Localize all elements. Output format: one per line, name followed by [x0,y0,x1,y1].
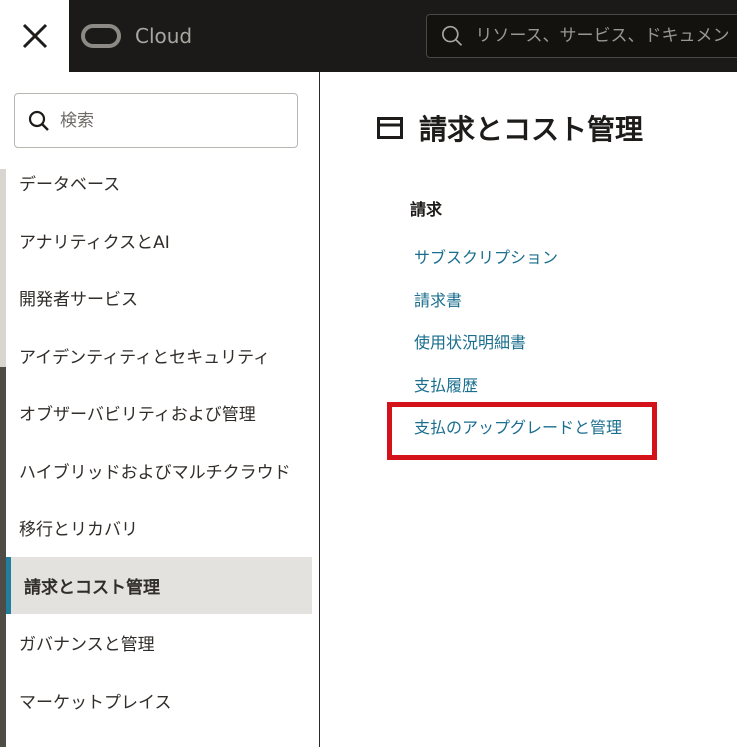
sidebar-item-identity-security[interactable]: アイデンティティとセキュリティ [6,327,312,385]
main-content: 請求とコスト管理 請求 サブスクリプション 請求書 使用状況明細書 支払履歴 支… [321,72,737,747]
page-title: 請求とコスト管理 [419,113,644,146]
oracle-logo-icon [81,24,121,48]
link-usage-statements[interactable]: 使用状況明細書 [414,322,622,365]
sidebar-search-input[interactable] [60,110,280,131]
page-header: 請求とコスト管理 [377,108,643,148]
sidebar-item-developer-services[interactable]: 開発者サービス [6,269,312,327]
sidebar-item-hybrid-multicloud[interactable]: ハイブリッドおよびマルチクラウド [6,442,312,500]
sidebar-nav: データベース アナリティクスとAI 開発者サービス アイデンティティとセキュリテ… [6,154,312,729]
sidebar-item-database[interactable]: データベース [6,154,312,212]
top-bar: Cloud [0,0,737,72]
link-subscriptions[interactable]: サブスクリプション [414,237,622,280]
sidebar-item-billing-cost[interactable]: 請求とコスト管理 [6,556,312,614]
global-search-input[interactable] [475,26,737,46]
section-heading-billing: 請求 [410,200,443,219]
close-menu-button[interactable] [0,0,69,72]
navigation-sidebar: データベース アナリティクスとAI 開発者サービス アイデンティティとセキュリテ… [0,72,320,747]
sidebar-item-analytics-ai[interactable]: アナリティクスとAI [6,212,312,270]
search-icon [442,25,463,46]
link-payment-history[interactable]: 支払履歴 [414,365,622,408]
oracle-cloud-logo[interactable]: Cloud [81,22,192,50]
search-icon [28,110,49,131]
sidebar-item-observability-management[interactable]: オブザーバビリティおよび管理 [6,384,312,442]
close-icon [22,23,47,49]
sidebar-item-marketplace[interactable]: マーケットプレイス [6,672,312,730]
sidebar-item-migration-recovery[interactable]: 移行とリカバリ [6,499,312,557]
sidebar-search[interactable] [14,93,298,148]
highlight-box [387,402,657,460]
global-search[interactable] [426,14,737,58]
sidebar-item-governance[interactable]: ガバナンスと管理 [6,614,312,672]
link-invoices[interactable]: 請求書 [414,280,622,323]
brand-text: Cloud [135,24,193,48]
card-icon [377,117,403,139]
